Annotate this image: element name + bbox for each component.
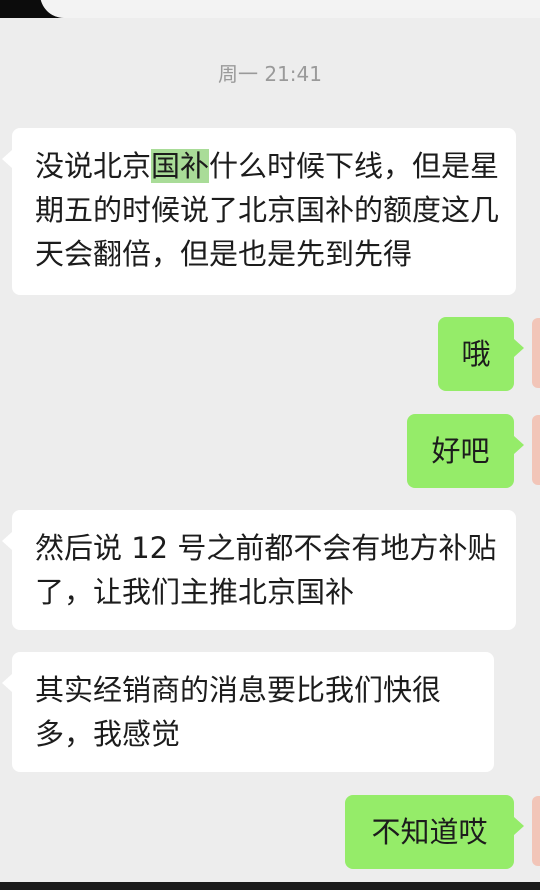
avatar[interactable] — [532, 415, 540, 485]
avatar[interactable] — [532, 318, 540, 388]
selected-text-highlight: 国补 — [151, 149, 210, 183]
message-text: 哦 — [461, 337, 491, 371]
message-text: 不知道哎 — [371, 815, 488, 849]
avatar[interactable] — [532, 796, 540, 866]
message-text: 没说北京国补什么时候下线，但是星期五的时候说了北京国补的额度这几天会翻倍，但是也… — [35, 149, 500, 271]
bottom-edge — [0, 882, 540, 890]
message-text: 其实经销商的消息要比我们快很多，我感觉 — [35, 673, 442, 751]
message-bubble-incoming[interactable]: 没说北京国补什么时候下线，但是星期五的时候说了北京国补的额度这几天会翻倍，但是也… — [2, 128, 516, 295]
message-bubble-outgoing[interactable]: 哦 — [438, 317, 524, 391]
message-bubble-incoming[interactable]: 然后说 12 号之前都不会有地方补贴了，让我们主推北京国补 — [2, 510, 516, 630]
message-bubble-outgoing[interactable]: 不知道哎 — [345, 795, 524, 869]
top-panel-edge — [40, 0, 540, 18]
message-text: 好吧 — [431, 434, 490, 468]
message-bubble-outgoing[interactable]: 好吧 — [407, 414, 524, 488]
message-bubble-incoming[interactable]: 其实经销商的消息要比我们快很多，我感觉 — [2, 652, 494, 772]
message-text: 然后说 12 号之前都不会有地方补贴了，让我们主推北京国补 — [35, 531, 497, 609]
message-timestamp: 周一 21:41 — [218, 62, 322, 86]
